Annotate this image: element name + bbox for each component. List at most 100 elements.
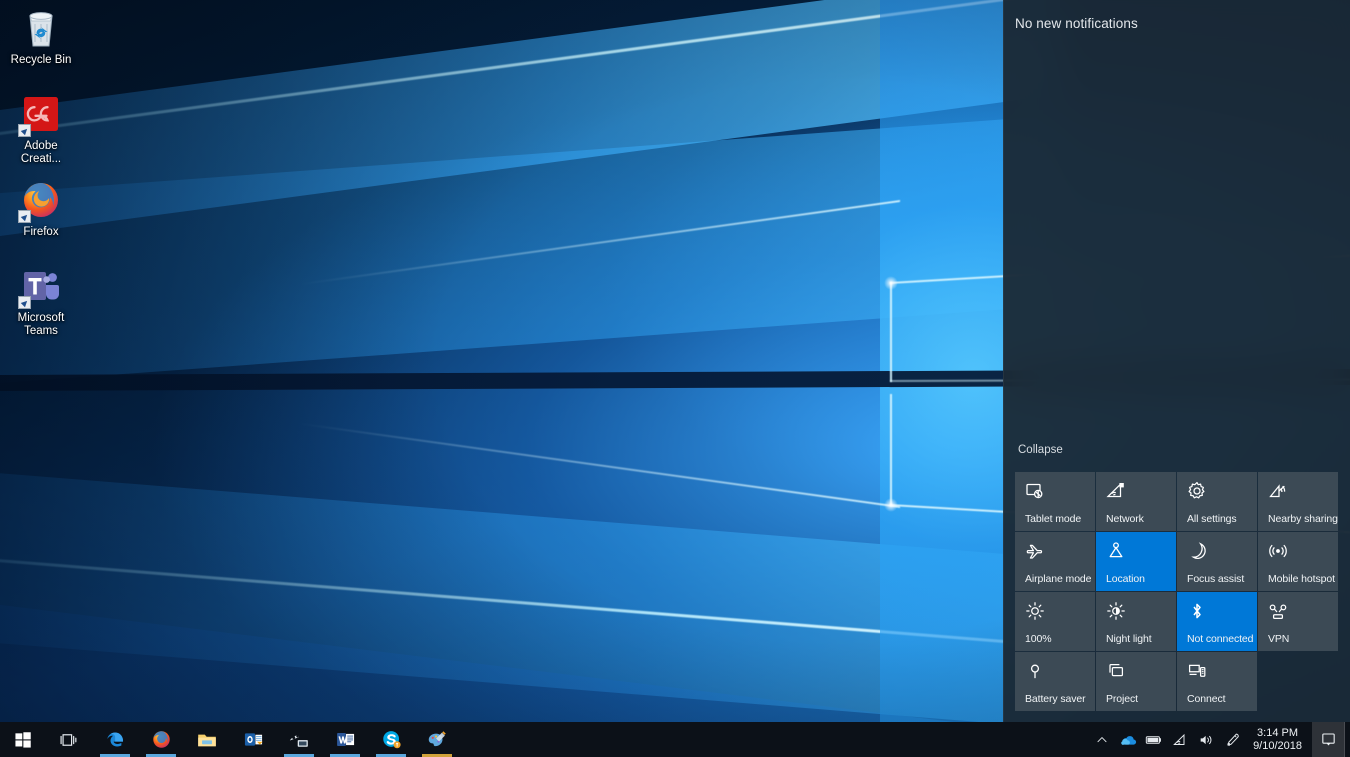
- show-desktop-button[interactable]: [1344, 722, 1350, 757]
- taskbar-app-skype[interactable]: [368, 722, 414, 757]
- desktop-icon-recycle-bin[interactable]: Recycle Bin: [4, 6, 78, 67]
- quick-action-label: Network: [1106, 513, 1176, 525]
- bluetooth-icon: [1187, 601, 1207, 621]
- taskbar-app-paint-3d[interactable]: [414, 722, 460, 757]
- clock-button[interactable]: 3:14 PM 9/10/2018: [1245, 722, 1312, 757]
- taskbar-app-word[interactable]: [322, 722, 368, 757]
- edge-icon: [105, 729, 126, 750]
- project-icon: [1106, 661, 1126, 681]
- desktop-icon-label: Adobe Creati...: [4, 140, 78, 166]
- firefox-icon: [151, 729, 172, 750]
- airplane-icon: [1025, 541, 1045, 561]
- quick-actions-grid: Tablet mode Network All settings: [1015, 472, 1338, 711]
- show-hidden-icons-button[interactable]: [1089, 722, 1115, 757]
- action-center-icon: [1321, 732, 1336, 747]
- quick-action-label: Night light: [1106, 633, 1176, 645]
- shortcut-overlay-icon: [18, 124, 31, 137]
- recycle-bin-icon: [19, 6, 63, 50]
- quick-action-label: Connect: [1187, 693, 1257, 705]
- desktop-icon-adobe-creative-cloud[interactable]: Adobe Creati...: [4, 92, 78, 166]
- moon-icon: [1187, 541, 1207, 561]
- quick-action-night-light[interactable]: Night light: [1096, 592, 1176, 651]
- nearby-sharing-icon: [1268, 481, 1288, 501]
- quick-action-location[interactable]: Location: [1096, 532, 1176, 591]
- outlook-icon: [243, 729, 264, 750]
- network-wifi-icon: [1106, 481, 1126, 501]
- quick-action-all-settings[interactable]: All settings: [1177, 472, 1257, 531]
- desktop-icon-label: Microsoft Teams: [4, 312, 78, 338]
- quick-action-mobile-hotspot[interactable]: Mobile hotspot: [1258, 532, 1338, 591]
- firefox-icon: [19, 178, 63, 222]
- quick-action-label: Project: [1106, 693, 1176, 705]
- quick-action-label: Battery saver: [1025, 693, 1095, 705]
- folder-icon: [196, 729, 218, 751]
- gear-icon: [1187, 481, 1207, 501]
- taskbar: 3:14 PM 9/10/2018: [0, 722, 1350, 757]
- quick-action-network[interactable]: Network: [1096, 472, 1176, 531]
- night-light-icon: [1106, 601, 1126, 621]
- quick-action-label: All settings: [1187, 513, 1257, 525]
- shortcut-overlay-icon: [18, 210, 31, 223]
- connect-icon: [1187, 661, 1207, 681]
- onedrive-tray-icon-button[interactable]: [1115, 722, 1141, 757]
- volume-tray-icon-button[interactable]: [1193, 722, 1219, 757]
- quick-action-label: VPN: [1268, 633, 1338, 645]
- quick-action-label: Focus assist: [1187, 573, 1257, 585]
- brightness-icon: [1025, 601, 1045, 621]
- desktop-screen: Recycle Bin Adobe Creati...: [0, 0, 1350, 757]
- quick-action-label: 100%: [1025, 633, 1095, 645]
- taskbar-app-firefox[interactable]: [138, 722, 184, 757]
- quick-action-project[interactable]: Project: [1096, 652, 1176, 711]
- network-tray-icon-button[interactable]: [1167, 722, 1193, 757]
- taskbar-spacer: [460, 722, 1089, 757]
- quick-action-battery-saver[interactable]: Battery saver: [1015, 652, 1095, 711]
- quick-action-label: Location: [1106, 573, 1176, 585]
- tablet-mode-icon: [1025, 481, 1045, 501]
- clock-date: 9/10/2018: [1253, 740, 1302, 753]
- word-icon: [335, 729, 356, 750]
- quick-action-brightness[interactable]: 100%: [1015, 592, 1095, 651]
- quick-action-label: Mobile hotspot: [1268, 573, 1338, 585]
- quick-action-label: Tablet mode: [1025, 513, 1095, 525]
- battery-saver-icon: [1025, 661, 1045, 681]
- paint3d-icon: [426, 729, 448, 751]
- quick-action-label: Airplane mode: [1025, 573, 1095, 585]
- quick-action-bluetooth[interactable]: Not connected: [1177, 592, 1257, 651]
- hotspot-icon: [1268, 541, 1288, 561]
- taskbar-app-area: [0, 722, 460, 757]
- system-tray: 3:14 PM 9/10/2018: [1089, 722, 1350, 757]
- clock-time: 3:14 PM: [1257, 727, 1298, 740]
- vpn-icon: [1268, 601, 1288, 621]
- quick-action-nearby-sharing[interactable]: Nearby sharing: [1258, 472, 1338, 531]
- quick-action-airplane-mode[interactable]: Airplane mode: [1015, 532, 1095, 591]
- quick-action-focus-assist[interactable]: Focus assist: [1177, 532, 1257, 591]
- speaker-icon: [1199, 733, 1214, 747]
- movies-icon: [288, 729, 310, 751]
- action-center-button[interactable]: [1312, 722, 1344, 757]
- desktop-icon-label: Recycle Bin: [11, 54, 72, 67]
- quick-action-connect[interactable]: Connect: [1177, 652, 1257, 711]
- battery-tray-icon-button[interactable]: [1141, 722, 1167, 757]
- chevron-up-icon: [1096, 734, 1108, 746]
- no-notifications-text: No new notifications: [1015, 16, 1138, 31]
- quick-action-label: Not connected: [1187, 633, 1257, 645]
- wifi-icon: [1173, 733, 1188, 747]
- windows-ink-tray-icon-button[interactable]: [1219, 722, 1245, 757]
- collapse-link[interactable]: Collapse: [1018, 444, 1063, 456]
- task-view-icon: [59, 731, 79, 749]
- taskbar-app-edge[interactable]: [92, 722, 138, 757]
- taskbar-app-file-explorer[interactable]: [184, 722, 230, 757]
- quick-action-tablet-mode[interactable]: Tablet mode: [1015, 472, 1095, 531]
- desktop-icon-microsoft-teams[interactable]: Microsoft Teams: [4, 264, 78, 338]
- start-button[interactable]: [0, 722, 46, 757]
- desktop-icon-firefox[interactable]: Firefox: [4, 178, 78, 239]
- shortcut-overlay-icon: [18, 296, 31, 309]
- task-view-button[interactable]: [46, 722, 92, 757]
- taskbar-app-outlook[interactable]: [230, 722, 276, 757]
- taskbar-app-movies-tv[interactable]: [276, 722, 322, 757]
- onedrive-icon: [1120, 733, 1137, 747]
- battery-icon: [1145, 734, 1163, 746]
- desktop-icon-label: Firefox: [23, 226, 58, 239]
- pen-icon: [1225, 732, 1240, 747]
- quick-action-vpn[interactable]: VPN: [1258, 592, 1338, 651]
